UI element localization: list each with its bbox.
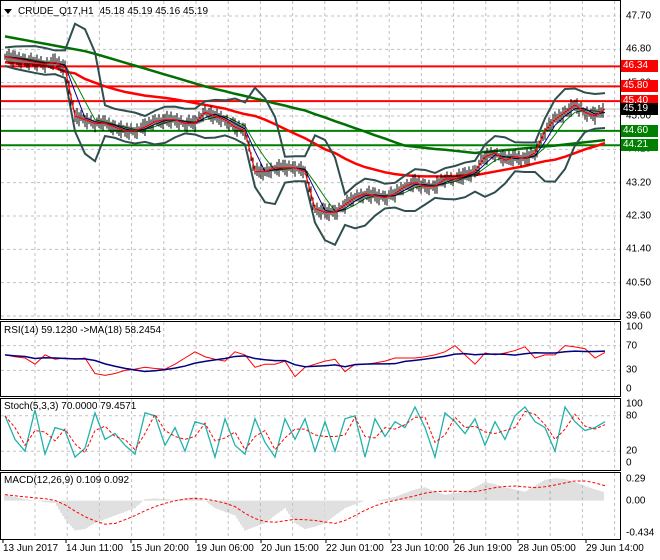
- price-axis-tick: 40.50: [626, 277, 652, 289]
- trading-chart-window: CRUDE_Q17,H1 45.18 45.19 45.16 45.19 RSI…: [0, 0, 660, 560]
- stoch-axis-tick: 100: [626, 398, 643, 410]
- stoch-axis-tick: 80: [626, 410, 638, 422]
- current-price-tag: 45.19: [621, 102, 658, 115]
- rsi-title: RSI(14) 59.1230 ->MA(18) 58.2454: [4, 325, 162, 336]
- macd-axis-tick: 0.29: [626, 473, 646, 485]
- price-axis-tick: 43.20: [626, 177, 652, 189]
- time-axis-label: 13 Jun 2017: [3, 543, 59, 554]
- level-price-tag: 46.34: [621, 60, 658, 73]
- level-price-tag: 45.80: [621, 80, 658, 93]
- price-axis-tick: 41.40: [626, 243, 652, 255]
- macd-axis-tick: -0.434: [626, 527, 655, 539]
- time-axis-label: 23 Jun 10:00: [391, 543, 449, 554]
- time-axis-label: 28 Jun 05:00: [518, 543, 576, 554]
- price-axis-tick: 42.30: [626, 210, 652, 222]
- rsi-axis-tick: 30: [626, 364, 638, 376]
- time-axis-label: 20 Jun 15:00: [261, 543, 319, 554]
- price-axis-tick: 46.80: [626, 43, 652, 55]
- dropdown-triangle-icon[interactable]: [4, 9, 12, 14]
- macd-title: MACD(12,26,9) 0.109 0.092: [4, 475, 130, 486]
- symbol-label: CRUDE_Q17,H1: [18, 6, 94, 17]
- time-axis-label: 22 Jun 01:00: [326, 543, 384, 554]
- macd-axis-tick: 0.00: [626, 495, 646, 507]
- ohlc-values: 45.18 45.19 45.16 45.19: [99, 6, 209, 17]
- time-axis-label: 19 Jun 06:00: [196, 543, 254, 554]
- time-axis-label: 15 Jun 20:00: [131, 543, 189, 554]
- stoch-axis-tick: 0: [626, 457, 632, 469]
- rsi-axis-tick: 0: [626, 383, 632, 395]
- rsi-axis-tick: 70: [626, 340, 638, 352]
- stoch-title: Stoch(5,3,3) 70.0000 79.4571: [4, 401, 137, 412]
- level-price-tag: 44.60: [621, 124, 658, 137]
- time-axis-label: 26 Jun 19:00: [454, 543, 512, 554]
- rsi-axis-tick: 100: [626, 321, 643, 333]
- time-axis-label: 29 Jun 14:00: [586, 543, 644, 554]
- price-axis-tick: 47.70: [626, 10, 652, 22]
- time-axis-label: 14 Jun 11:00: [66, 543, 124, 554]
- stoch-axis-tick: 20: [626, 445, 638, 457]
- level-price-tag: 44.21: [621, 139, 658, 152]
- price-axis-tick: 39.60: [626, 310, 652, 322]
- chart-header: CRUDE_Q17,H1 45.18 45.19 45.16 45.19: [4, 6, 208, 17]
